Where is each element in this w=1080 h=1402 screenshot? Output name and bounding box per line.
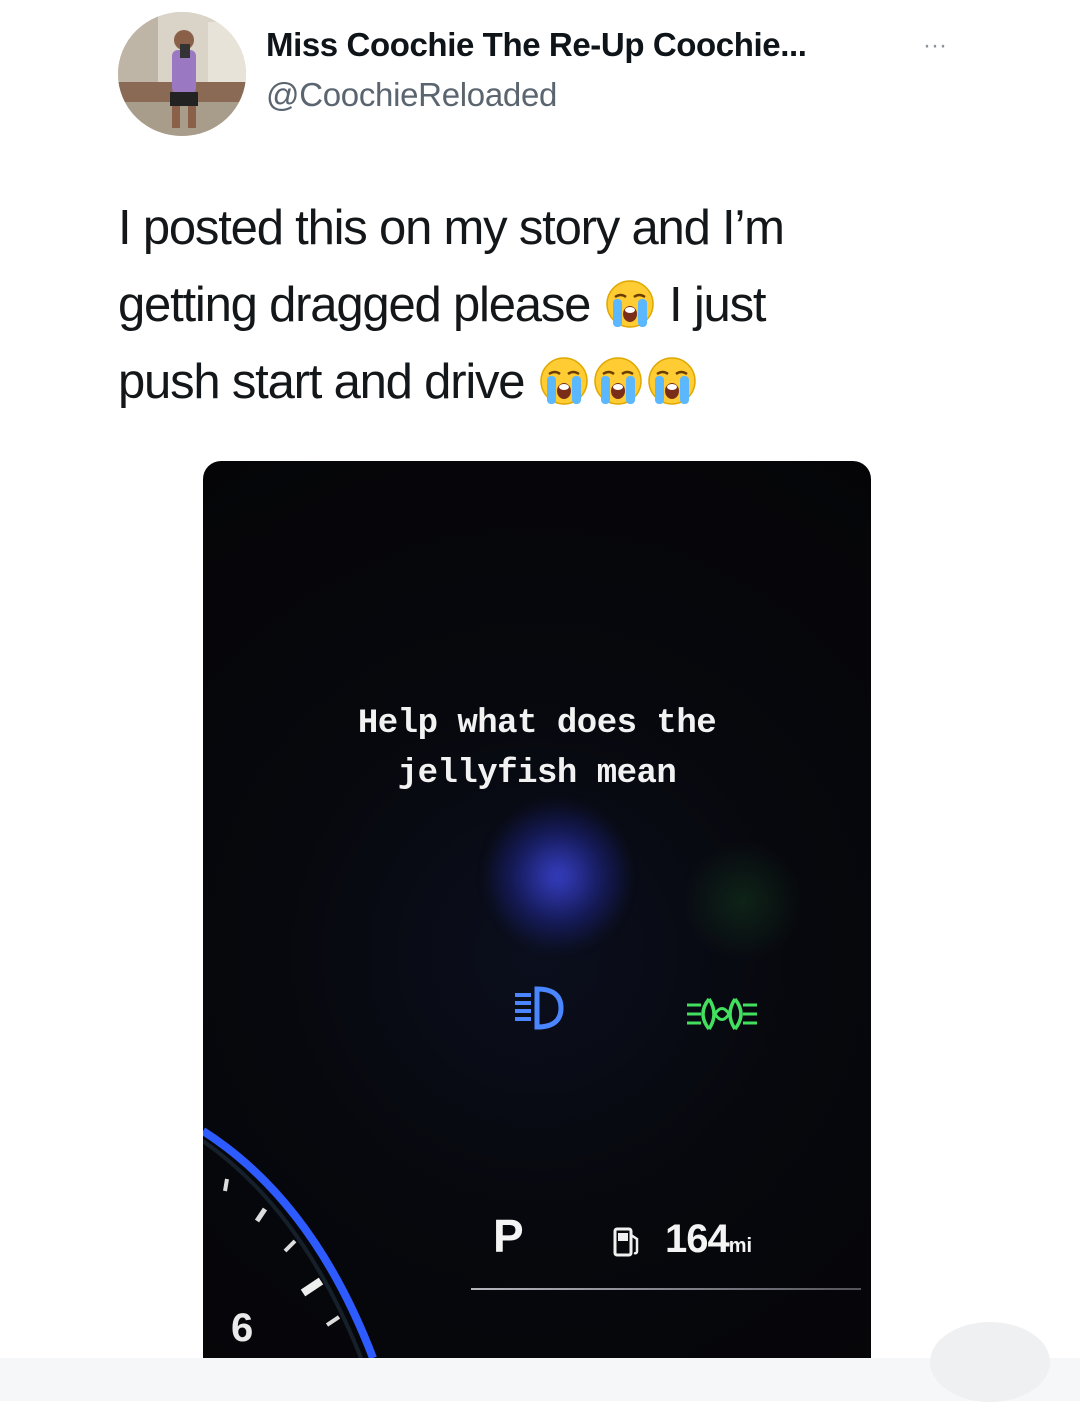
fog-light-icon bbox=[687, 997, 757, 1031]
loudly-crying-face-icon bbox=[540, 357, 588, 405]
tweet-line-1: I posted this on my story and I’m bbox=[118, 201, 785, 255]
tweet-line-2-text: getting dragged please bbox=[118, 278, 591, 332]
loudly-crying-face-icon bbox=[594, 357, 642, 405]
loudly-crying-face-icon bbox=[648, 357, 696, 405]
blue-light-glow bbox=[488, 801, 628, 951]
story-caption: Help what does the jellyfish mean bbox=[203, 699, 871, 799]
tweet-line-3: push start and drive bbox=[118, 344, 998, 421]
fuel-pump-icon bbox=[613, 1227, 639, 1257]
more-options-button[interactable]: ··· bbox=[913, 26, 957, 66]
green-light-glow bbox=[683, 841, 803, 961]
tweet-media-image[interactable]: Help what does the jellyfish mean P 164m… bbox=[203, 461, 871, 1358]
low-beam-headlight-icon bbox=[515, 986, 564, 1030]
story-caption-line-2: jellyfish mean bbox=[397, 755, 677, 793]
tachometer-gauge-arc bbox=[203, 1127, 377, 1358]
fuel-range-readout: 164mi bbox=[665, 1217, 752, 1262]
timeline-bottom-band bbox=[0, 1358, 1080, 1401]
loudly-crying-face-icon bbox=[605, 280, 654, 328]
story-caption-line-1: Help what does the bbox=[357, 705, 717, 743]
tweet-line-3-text: push start and drive bbox=[118, 355, 526, 409]
fuel-range-value: 164 bbox=[665, 1217, 730, 1261]
profile-photo-icon bbox=[118, 12, 246, 136]
author-display-name[interactable]: Miss Coochie The Re-Up Coochie... bbox=[266, 26, 807, 64]
avatar[interactable] bbox=[118, 12, 246, 136]
tweet-text: I posted this on my story and I’m gettin… bbox=[118, 190, 998, 421]
gear-indicator: P bbox=[493, 1210, 524, 1262]
tweet-line-2-after: I just bbox=[669, 278, 766, 332]
fuel-range-unit: mi bbox=[728, 1235, 753, 1257]
author-handle[interactable]: @CoochieReloaded bbox=[266, 76, 557, 114]
tachometer-number: 6 bbox=[231, 1306, 254, 1350]
cluster-divider-line bbox=[471, 1288, 861, 1290]
floating-action-shadow bbox=[930, 1322, 1050, 1402]
tweet-line-2: getting dragged please I just bbox=[118, 267, 998, 344]
